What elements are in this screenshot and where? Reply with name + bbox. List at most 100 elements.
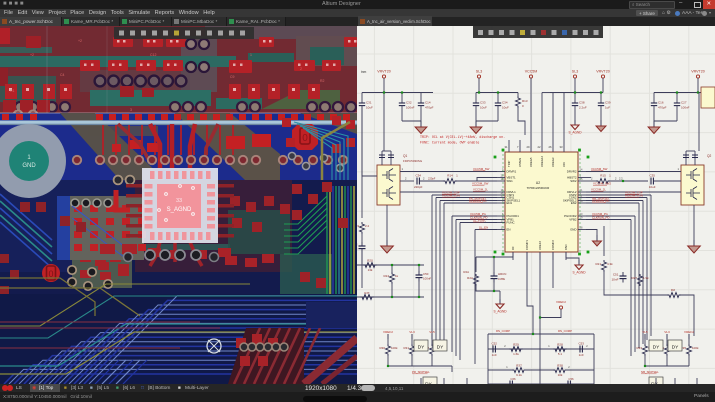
svg-text:VCC5M_SW: VCC5M_SW: [472, 182, 489, 186]
svg-text:R37: R37: [516, 364, 522, 368]
svg-text:EN2: EN2: [571, 201, 577, 205]
svg-text:2.2: 2.2: [365, 224, 370, 228]
svg-text:SL_FUNC: SL_FUNC: [473, 218, 486, 222]
svg-text:C56: C56: [568, 377, 574, 381]
svg-text:VRVT20: VRVT20: [691, 70, 705, 74]
svg-text:SL_EN: SL_EN: [479, 225, 488, 229]
svg-text:C35: C35: [649, 174, 655, 178]
svg-text:VCC5M: VCC5M: [525, 70, 538, 74]
svg-text:C33: C33: [480, 101, 486, 105]
svg-text:100k: 100k: [692, 346, 699, 350]
svg-text:1.6k: 1.6k: [513, 352, 519, 356]
svg-text:R33: R33: [636, 346, 642, 350]
svg-text:VREG12: VREG12: [540, 156, 544, 167]
svg-text:VREF2: VREF2: [684, 330, 694, 334]
svg-text:26: 26: [549, 145, 552, 149]
svg-text:TRIP: TRIP: [507, 160, 511, 167]
svg-text:R27: R27: [631, 276, 637, 280]
svg-text:VIN: VIN: [562, 162, 566, 167]
svg-text:DY: DY: [418, 345, 425, 351]
svg-text:C31: C31: [366, 101, 372, 105]
svg-text:R2A: R2A: [467, 276, 473, 280]
svg-text:CLKRUN_PD: CLKRUN_PD: [592, 215, 610, 219]
svg-text:100nF: 100nF: [423, 277, 431, 281]
svg-text:TPS51225RUKR: TPS51225RUKR: [527, 186, 551, 190]
svg-text:C66: C66: [510, 377, 516, 381]
svg-text:R19: R19: [357, 224, 359, 228]
svg-text:31: 31: [505, 145, 508, 149]
svg-text:9.1k: 9.1k: [516, 373, 522, 377]
svg-text:SW1: SW1: [507, 179, 514, 183]
svg-text:10uF: 10uF: [366, 106, 373, 110]
svg-text:R21: R21: [595, 262, 601, 266]
svg-text:VFB2: VFB2: [569, 218, 577, 222]
svg-text:C4: C4: [60, 73, 65, 77]
svg-text:R29: R29: [513, 343, 519, 347]
svg-text:FUNC: FUNC: [507, 221, 515, 225]
svg-text:VRVT20: VRVT20: [596, 70, 610, 74]
svg-text:VCC5M_CSN: VCC5M_CSN: [442, 194, 460, 198]
svg-text:3: 3: [130, 108, 132, 112]
svg-text:R30: R30: [379, 346, 385, 350]
svg-text:+2: +2: [78, 39, 82, 43]
svg-text:COMP2: COMP2: [551, 240, 555, 250]
svg-text:100k: 100k: [391, 346, 398, 350]
svg-text:GND: GND: [22, 163, 36, 169]
svg-text:C12: C12: [150, 53, 156, 57]
svg-text:33: 33: [560, 145, 563, 149]
svg-text:1nF: 1nF: [579, 353, 584, 357]
svg-text:220pF: 220pF: [414, 185, 423, 189]
svg-text:tnm: tnm: [361, 70, 367, 74]
svg-text:VCC5M_SW: VCC5M_SW: [473, 167, 490, 171]
svg-text:COMP1: COMP1: [525, 240, 529, 250]
svg-text:470pF: 470pF: [658, 106, 667, 110]
svg-text:DY: DY: [437, 345, 444, 351]
svg-text:33: 33: [176, 198, 182, 204]
svg-text:VREF2: VREF2: [383, 330, 393, 334]
svg-text:PAD: PAD: [564, 244, 568, 250]
svg-text:Q1: Q1: [403, 154, 407, 158]
svg-text:VREF2: VREF2: [556, 300, 566, 304]
svg-text:1.9k: 1.9k: [643, 276, 649, 280]
svg-text:R2: R2: [320, 79, 325, 83]
svg-text:SL3: SL3: [476, 70, 482, 74]
svg-text:C9: C9: [230, 75, 235, 79]
svg-text:VREG5: VREG5: [529, 157, 533, 167]
svg-text:Q2: Q2: [707, 154, 711, 158]
svg-text:U2: U2: [536, 181, 540, 185]
svg-text:1nF: 1nF: [492, 353, 497, 357]
svg-text:10uF: 10uF: [649, 185, 656, 189]
svg-text:22: 22: [538, 145, 541, 149]
svg-text:SL3: SL3: [572, 70, 578, 74]
svg-text:100nF: 100nF: [681, 106, 690, 110]
svg-text:VCC5M_2L: VCC5M_2L: [591, 188, 606, 192]
svg-text:R31: R31: [403, 346, 409, 350]
svg-text:VL3: VL3: [664, 330, 670, 334]
svg-text:R15: R15: [600, 174, 606, 178]
svg-text:470pF: 470pF: [425, 106, 434, 110]
svg-text:VL5: VL5: [642, 330, 648, 334]
svg-text:R1: R1: [10, 89, 15, 93]
svg-text:10k: 10k: [558, 373, 563, 377]
svg-text:FUNC: Current mode, OVP enable: FUNC: Current mode, OVP enable: [420, 141, 479, 145]
svg-text:EN1: EN1: [507, 201, 513, 205]
svg-text:C53: C53: [578, 342, 584, 346]
svg-text:TRIP: OCL at V(CEL-LV)~+48mV,: TRIP: OCL at V(CEL-LV)~+48mV, discharge …: [420, 135, 505, 139]
svg-text:C14: C14: [425, 101, 431, 105]
svg-text:R13: R13: [522, 99, 528, 103]
svg-text:29: 29: [527, 145, 530, 149]
svg-text:4.3k: 4.3k: [607, 262, 613, 266]
svg-text:VREF2: VREF2: [538, 241, 542, 250]
svg-text:C34: C34: [502, 101, 508, 105]
svg-text:RN_COMP: RN_COMP: [558, 329, 572, 333]
svg-text:VCC5M_SW2: VCC5M_SW2: [593, 182, 611, 186]
svg-text:DRVR1: DRVR1: [507, 170, 517, 174]
svg-text:NB_SKIPSEL: NB_SKIPSEL: [641, 370, 659, 374]
svg-text:VCC5M_2L: VCC5M_2L: [473, 188, 488, 192]
svg-text:R38: R38: [557, 364, 563, 368]
svg-text:220pF: 220pF: [428, 177, 436, 181]
svg-text:R14: R14: [447, 174, 453, 178]
svg-text:R2A: R2A: [463, 270, 469, 274]
svg-text:RJI: RJI: [671, 288, 676, 292]
svg-text:S_AGND: S_AGND: [572, 271, 586, 275]
